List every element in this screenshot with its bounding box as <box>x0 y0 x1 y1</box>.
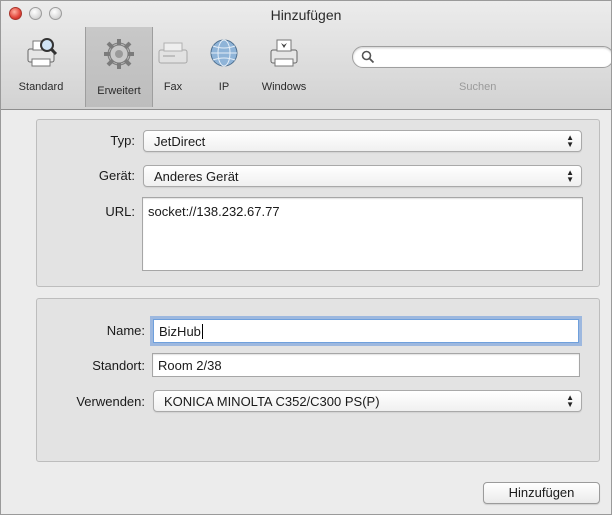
location-field[interactable]: Room 2/38 <box>152 353 580 377</box>
device-popup[interactable]: Anderes Gerät ▲ ▼ <box>143 165 582 187</box>
search-icon <box>361 50 375 67</box>
device-value: Anderes Gerät <box>154 169 239 184</box>
toolbar-windows[interactable]: Windows <box>251 37 317 103</box>
url-value: socket://138.232.67.77 <box>148 204 280 219</box>
updown-arrows-icon: ▲ ▼ <box>566 133 574 149</box>
type-value: JetDirect <box>154 134 206 149</box>
updown-arrows-icon: ▲ ▼ <box>566 168 574 184</box>
location-value: Room 2/38 <box>158 358 222 373</box>
name-label: Name: <box>106 323 145 338</box>
toolbar-ip-label: IP <box>218 81 230 93</box>
toolbar-standard[interactable]: Standard <box>1 37 81 103</box>
location-label: Standort: <box>92 358 145 373</box>
updown-arrows-icon: ▲ ▼ <box>566 393 574 409</box>
search-label: Suchen <box>459 81 497 93</box>
add-button[interactable]: Hinzufügen <box>483 482 600 504</box>
titlebar-toolbar: Hinzufügen Standard Erweitert Fax IP Win… <box>1 1 611 110</box>
toolbar-advanced[interactable]: Erweitert <box>85 27 153 107</box>
toolbar-ip[interactable]: IP <box>201 37 247 103</box>
toolbar-windows-label: Windows <box>261 81 307 93</box>
toolbar-standard-label: Standard <box>18 81 64 93</box>
use-label: Verwenden: <box>76 394 145 409</box>
driver-popup[interactable]: KONICA MINOLTA C352/C300 PS(P) ▲ ▼ <box>153 390 582 412</box>
type-label: Typ: <box>110 133 135 148</box>
search-field[interactable] <box>352 46 611 68</box>
toolbar-fax-label: Fax <box>163 81 183 93</box>
window-title: Hinzufügen <box>270 7 342 23</box>
gear-icon <box>101 37 137 74</box>
url-label: URL: <box>105 204 135 219</box>
toolbar-fax[interactable]: Fax <box>151 37 195 103</box>
type-popup[interactable]: JetDirect ▲ ▼ <box>143 130 582 152</box>
printer-search-icon <box>23 37 59 72</box>
toolbar-advanced-label: Erweitert <box>97 85 141 97</box>
add-printer-window: Hinzufügen Standard Erweitert Fax IP Win… <box>0 0 612 515</box>
device-label: Gerät: <box>98 168 135 183</box>
driver-value: KONICA MINOLTA C352/C300 PS(P) <box>164 394 380 409</box>
name-field[interactable]: BizHub <box>153 319 579 343</box>
url-field[interactable]: socket://138.232.67.77 <box>142 197 583 271</box>
globe-icon <box>207 37 241 72</box>
windows-printer-icon <box>266 37 302 72</box>
name-value: BizHub <box>159 324 203 339</box>
fax-icon <box>155 37 191 72</box>
